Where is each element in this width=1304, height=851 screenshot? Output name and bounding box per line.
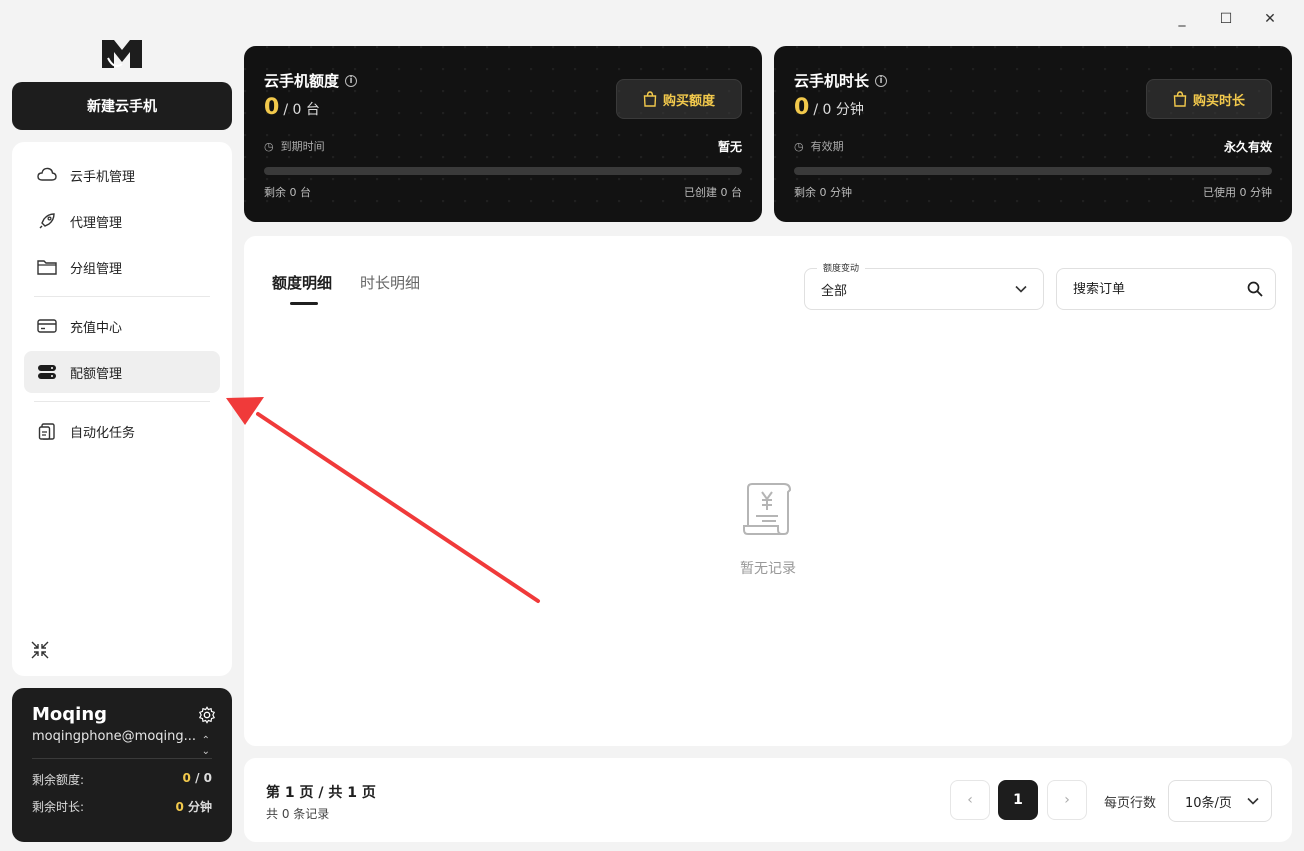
buy-time-button[interactable]: 购买时长 [1146,79,1272,119]
remaining-quota-label: 剩余额度: [32,773,85,787]
records-panel: 额度明细 时长明细 额度变动 全部 暂无记录 [244,236,1292,746]
remaining-quota-value: 0 / 0 [182,771,212,785]
rows-per-page-select[interactable]: 10条/页 [1168,780,1272,822]
remaining-quota-row: 剩余额度: 0 / 0 [32,771,212,788]
sidebar-item-label: 配额管理 [70,366,123,382]
expire-row: ◷ 到期时间 暂无 [264,138,742,155]
rows-per-page-value: 10条/页 [1185,795,1232,811]
close-button[interactable]: ✕ [1248,6,1292,32]
account-switch-icon[interactable]: ⌃ ⌄ [202,735,210,757]
new-cloud-phone-button[interactable]: 新建云手机 [12,82,232,130]
pagination-bar: 第 1 页 / 共 1 页 共 0 条记录 ‹ 1 › 每页行数 10条/页 [244,758,1292,842]
expire-label: 到期时间 [280,140,325,153]
sidebar-item-label: 充值中心 [70,320,123,336]
sidebar-item-label: 云手机管理 [70,169,136,185]
expire-value: 暂无 [717,140,742,154]
sidebar-item-cloud-phones[interactable]: 云手机管理 [24,154,220,196]
user-name: Moqing [32,704,108,725]
sidebar-item-automation[interactable]: 自动化任务 [24,410,220,452]
quota-change-select[interactable]: 额度变动 全部 [804,261,1044,310]
remaining-time-label: 剩余时长: [32,800,85,814]
info-icon[interactable]: i [875,74,888,87]
cloud-icon [36,164,58,186]
time-remaining: 剩余 0 分钟 [794,186,852,199]
server-icon [36,361,58,383]
user-card-divider [32,758,212,759]
clock-icon: ◷ [264,140,274,153]
records-tabs: 额度明细 时长明细 [272,272,420,305]
valid-label: 有效期 [810,140,844,153]
time-footer: 剩余 0 分钟 已使用 0 分钟 [794,184,1272,200]
clipboard-icon [36,420,58,442]
rocket-icon [36,210,58,232]
valid-value: 永久有效 [1223,140,1272,154]
quota-card: 云手机额度 i 0/ 0 台 购买额度 ◷ 到期时间 暂无 剩余 0 台 已创建… [244,46,762,222]
quota-footer: 剩余 0 台 已创建 0 台 [264,184,742,200]
nav-divider [34,296,210,297]
sidebar-item-recharge[interactable]: 充值中心 [24,305,220,347]
sidebar-nav: 云手机管理 代理管理 分组管理 充值中心 配额管理 自动化任务 [12,142,232,676]
window-controls: _ ☐ ✕ [1160,6,1292,32]
filter-label: 额度变动 [817,261,866,274]
clock-icon: ◷ [794,140,804,153]
sidebar-item-label: 自动化任务 [70,425,136,441]
user-card: Moqing moqingphone@moqing.... ⌃ ⌄ 剩余额度: 0… [12,688,232,842]
shopping-bag-icon [643,91,657,107]
search-order-field[interactable] [1056,268,1276,310]
prev-page-button[interactable]: ‹ [950,780,990,820]
maximize-button[interactable]: ☐ [1204,6,1248,32]
sidebar-item-label: 分组管理 [70,261,123,277]
page-1-button[interactable]: 1 [998,780,1038,820]
chevron-down-icon [1247,797,1259,805]
remaining-time-row: 剩余时长: 0 分钟 [32,798,212,815]
tab-time-details[interactable]: 时长明细 [360,272,420,305]
gear-icon[interactable] [198,706,216,724]
quota-progress-bar [264,167,742,175]
page-info: 第 1 页 / 共 1 页 [266,785,376,801]
tab-quota-details[interactable]: 额度明细 [272,272,332,305]
folder-icon [36,256,58,278]
rows-per-page-label: 每页行数 [1104,796,1157,811]
shopping-bag-icon [1173,91,1187,107]
minimize-button[interactable]: _ [1160,6,1204,32]
empty-text: 暂无记录 [740,561,796,577]
filter-value: 全部 [821,283,848,299]
buy-quota-button[interactable]: 购买额度 [616,79,742,119]
quota-created: 已创建 0 台 [684,186,742,199]
chevron-down-icon [1015,285,1027,293]
time-used: 已使用 0 分钟 [1203,186,1272,199]
sidebar-item-quota[interactable]: 配额管理 [24,351,220,393]
next-page-button[interactable]: › [1047,780,1087,820]
sidebar-item-proxy[interactable]: 代理管理 [24,200,220,242]
time-progress-bar [794,167,1272,175]
card-icon [36,315,58,337]
search-icon[interactable] [1247,281,1263,297]
receipt-icon [743,483,792,535]
remaining-time-value: 0 分钟 [175,800,212,814]
nav-divider [34,401,210,402]
quota-remaining: 剩余 0 台 [264,186,311,199]
info-icon[interactable]: i [345,74,358,87]
sidebar-item-groups[interactable]: 分组管理 [24,246,220,288]
empty-state: 暂无记录 [718,480,818,578]
valid-row: ◷ 有效期 永久有效 [794,138,1272,155]
user-email[interactable]: moqingphone@moqing.... [32,729,197,744]
search-input[interactable] [1073,281,1233,297]
record-count: 共 0 条记录 [266,807,330,821]
app-logo [102,40,142,68]
sidebar-item-label: 代理管理 [70,215,123,231]
collapse-sidebar-icon[interactable] [30,640,50,660]
time-card: 云手机时长 i 0/ 0 分钟 购买时长 ◷ 有效期 永久有效 剩余 0 分钟 … [774,46,1292,222]
